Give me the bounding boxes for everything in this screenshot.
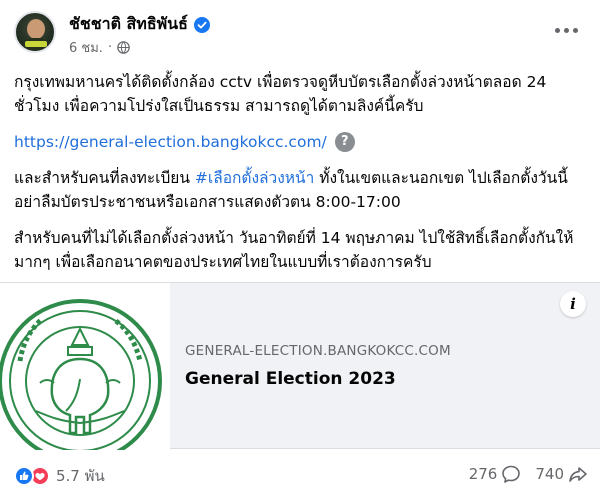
link-preview-card[interactable]: GENERAL-ELECTION.BANGKOKCC.COM General E…	[0, 282, 600, 450]
post-footer: 5.7 พัน 276 740	[14, 462, 588, 488]
post-paragraph-1: กรุงเทพมหานครได้ติดตั้งกล้อง cctv เพื่อต…	[14, 73, 547, 115]
comment-icon	[502, 465, 521, 483]
link-row: https://general-election.bangkokcc.com/ …	[14, 130, 590, 154]
help-icon[interactable]: ?	[334, 132, 355, 152]
avatar-face	[27, 19, 45, 39]
post-body: กรุงเทพมหานครได้ติดตั้งกล้อง cctv เพื่อต…	[14, 70, 590, 286]
post-paragraph-3: สำหรับคนที่ไม่ได้เลือกตั้งล่วงหน้า วันอา…	[14, 229, 574, 271]
post-time[interactable]: 6 ชม.	[69, 37, 103, 58]
like-icon	[14, 466, 34, 486]
avatar[interactable]	[14, 11, 56, 53]
verified-icon	[193, 16, 210, 33]
like-glyph	[20, 471, 29, 480]
share-icon	[569, 467, 587, 482]
engagement-stats: 276 740	[469, 464, 588, 484]
love-glyph	[35, 472, 45, 481]
author-row: ชัชชาติ สิทธิพันธ์	[69, 12, 210, 37]
post-link[interactable]: https://general-election.bangkokcc.com/	[14, 130, 327, 154]
more-options-button[interactable]	[550, 18, 582, 42]
paragraph-2-start: และสำหรับคนที่ลงทะเบียน	[14, 169, 195, 187]
author-name[interactable]: ชัชชาติ สิทธิพันธ์	[69, 12, 188, 37]
meta-separator: ·	[107, 40, 113, 55]
hashtag-link[interactable]: #เลือกตั้งล่วงหน้า	[195, 169, 314, 187]
avatar-shirt-print	[25, 41, 47, 47]
post-header: ชัชชาติ สิทธิพันธ์ 6 ชม. ·	[14, 8, 586, 60]
card-domain: GENERAL-ELECTION.BANGKOKCC.COM	[185, 343, 451, 359]
more-icon	[554, 27, 560, 33]
reactions-summary[interactable]: 5.7 พัน	[14, 464, 105, 488]
card-title[interactable]: General Election 2023	[185, 369, 451, 389]
shares-stat[interactable]: 740	[535, 464, 588, 484]
bangkok-seal-image	[0, 283, 170, 450]
comments-stat[interactable]: 276	[469, 464, 522, 484]
comment-count: 276	[468, 465, 498, 483]
post-meta: 6 ชม. ·	[69, 37, 130, 58]
share-count: 740	[535, 465, 564, 483]
card-meta: GENERAL-ELECTION.BANGKOKCC.COM General E…	[185, 343, 451, 389]
more-icon-dot-3	[572, 27, 578, 33]
reaction-count: 5.7 พัน	[56, 467, 105, 485]
globe-icon	[117, 41, 130, 54]
bangkok-seal-graphic	[0, 299, 162, 450]
info-icon[interactable]: i	[560, 291, 586, 317]
more-icon-dot-2	[563, 27, 569, 33]
post-paragraph-2: และสำหรับคนที่ลงทะเบียน #เลือกตั้งล่วงหน…	[14, 166, 590, 214]
